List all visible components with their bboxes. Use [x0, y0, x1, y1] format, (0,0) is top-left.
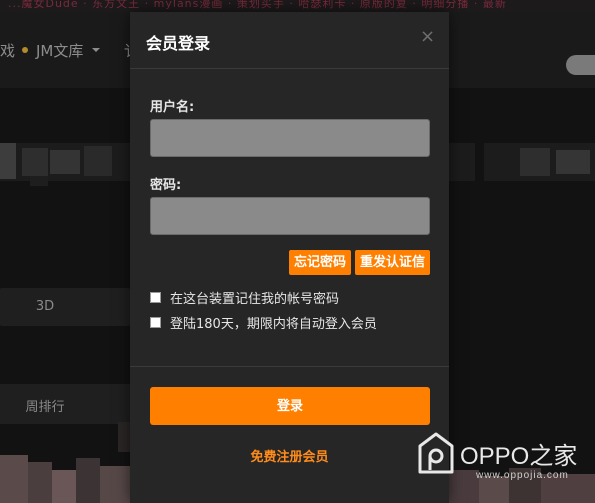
login-button[interactable]: 登录: [150, 387, 430, 425]
pixelated-thumbnail: [76, 458, 100, 503]
blurred-thumbnail: [50, 150, 80, 174]
close-icon[interactable]: ×: [420, 26, 435, 47]
forgot-password-button[interactable]: 忘记密码: [289, 250, 351, 275]
password-input[interactable]: [150, 197, 430, 235]
modal-divider: [130, 366, 449, 367]
nav-item-game[interactable]: 戏: [0, 40, 15, 61]
category-3d-label: 3D: [35, 299, 55, 314]
resend-verification-button[interactable]: 重发认证信: [355, 250, 430, 275]
blurred-thumbnail: [84, 146, 112, 176]
pixelated-thumbnail: [0, 455, 28, 503]
pixelated-thumbnail: [28, 462, 52, 503]
blurred-thumbnail: [22, 148, 48, 176]
password-label: 密码:: [150, 178, 182, 193]
auto-login-checkbox[interactable]: [150, 316, 161, 328]
nav-item-library[interactable]: JM文库: [36, 40, 83, 61]
watermark-url: www.oppojia.com: [476, 470, 569, 481]
blurred-thumbnail: [520, 148, 550, 176]
blurred-thumbnail: [0, 143, 16, 179]
theme-toggle[interactable]: [566, 55, 595, 75]
top-link-strip-text: ...魔女Dude · 东方文王 · mylans漫画 · 策划买手 · 哈瑟利…: [8, 0, 507, 10]
oppo-home-logo-icon: [418, 432, 454, 474]
watermark: OPPO之家 www.oppojia.com: [418, 432, 590, 488]
remember-me-checkbox[interactable]: [150, 291, 161, 303]
pixelated-thumbnail: [52, 470, 76, 503]
modal-header: 会员登录 ×: [130, 12, 449, 69]
watermark-brand: OPPO之家: [460, 443, 578, 470]
content-card: [449, 143, 475, 181]
auto-login-label: 登陆180天，期限内将自动登入会员: [170, 316, 377, 332]
auto-login-row[interactable]: 登陆180天，期限内将自动登入会员: [150, 313, 377, 332]
username-input[interactable]: [150, 119, 430, 157]
top-link-strip: ...魔女Dude · 东方文王 · mylans漫画 · 策划买手 · 哈瑟利…: [0, 0, 595, 12]
weekly-rank-label: 周排行: [25, 400, 65, 415]
blurred-thumbnail: [556, 150, 590, 174]
nav-notification-dot: [22, 47, 28, 53]
pixelated-thumbnail: [100, 466, 130, 503]
remember-me-row[interactable]: 在这台装置记住我的帐号密码: [150, 288, 340, 307]
chevron-down-icon: [92, 48, 100, 52]
username-label: 用户名:: [150, 100, 195, 115]
register-link[interactable]: 免费注册会员: [130, 446, 449, 465]
blurred-thumbnail: [30, 176, 48, 186]
modal-title: 会员登录: [146, 34, 211, 53]
remember-me-label: 在这台装置记住我的帐号密码: [170, 291, 340, 307]
login-modal: 会员登录 × 用户名: 密码: 忘记密码 重发认证信 在这台装置记住我的帐号密码…: [130, 12, 449, 503]
